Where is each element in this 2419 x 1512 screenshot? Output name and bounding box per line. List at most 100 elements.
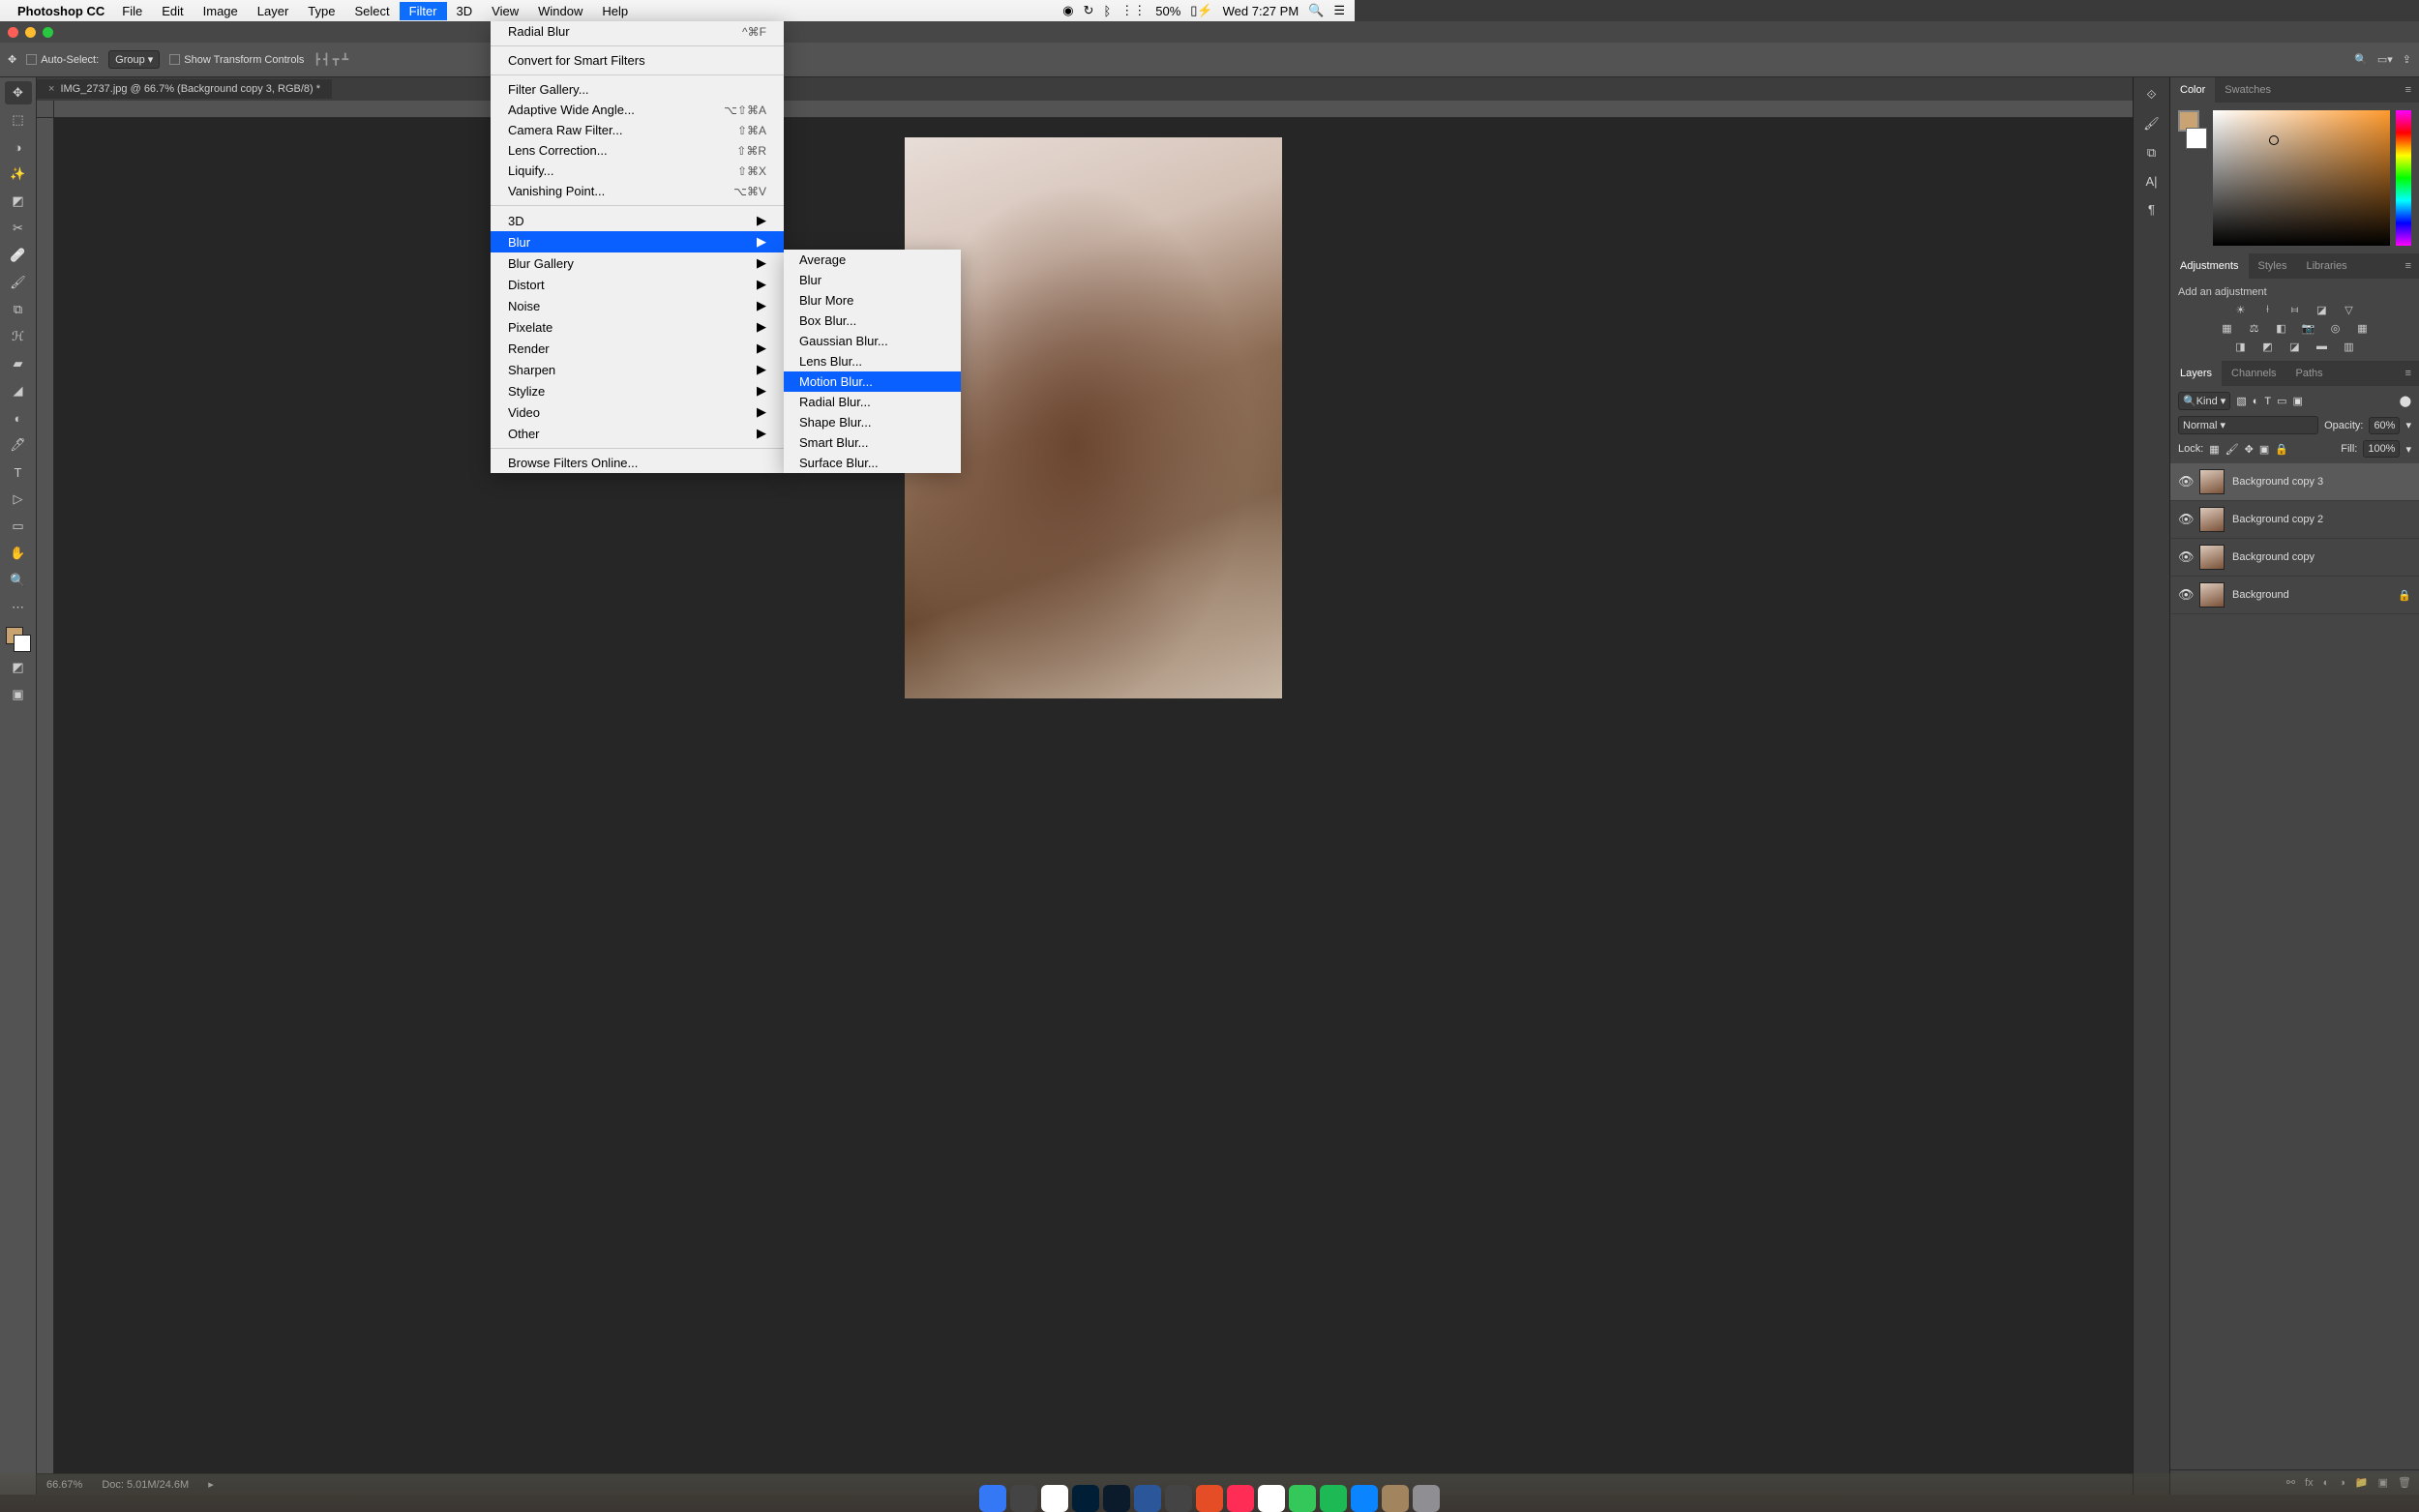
marquee-tool[interactable]: ⬚ <box>5 108 32 132</box>
spot-heal-tool[interactable]: 🩹 <box>5 244 32 267</box>
menu-item-filter-gallery[interactable]: Filter Gallery... <box>491 79 784 100</box>
menu-window[interactable]: Window <box>528 2 592 20</box>
zoom-tool[interactable]: 🔍 <box>5 569 32 592</box>
menu-image[interactable]: Image <box>194 2 248 20</box>
visibility-icon[interactable]: 👁 <box>2178 549 2192 565</box>
dock-app-appstore[interactable] <box>1351 1485 1378 1512</box>
exposure-adj-icon[interactable]: ◪ <box>2314 304 2331 316</box>
tab-styles[interactable]: Styles <box>2249 253 2297 279</box>
opacity-arrow-icon[interactable]: ▾ <box>2405 419 2411 431</box>
move-tool[interactable]: ✥ <box>5 81 32 104</box>
submenu-item-average[interactable]: Average <box>784 250 961 270</box>
paragraph-panel-icon[interactable]: ¶ <box>2148 202 2155 217</box>
brush-tool[interactable]: 🖌 <box>5 271 32 294</box>
type-tool[interactable]: T <box>5 460 32 484</box>
menu-item-lens-correction[interactable]: Lens Correction...⇧⌘R <box>491 140 784 161</box>
submenu-item-blur-more[interactable]: Blur More <box>784 290 961 311</box>
close-tab-icon[interactable]: × <box>48 83 54 95</box>
close-window-button[interactable] <box>8 27 18 38</box>
dock-app-settings[interactable] <box>1010 1485 1037 1512</box>
fill-arrow-icon[interactable]: ▾ <box>2405 443 2411 456</box>
opacity-input[interactable]: 60% <box>2369 417 2400 434</box>
menu-item-render[interactable]: Render▶ <box>491 338 784 359</box>
tab-channels[interactable]: Channels <box>2222 361 2285 386</box>
menu-select[interactable]: Select <box>344 2 399 20</box>
menu-item-last-filter[interactable]: Radial Blur^⌘F <box>491 21 784 42</box>
menu-layer[interactable]: Layer <box>248 2 299 20</box>
clone-stamp-tool[interactable]: ⧉ <box>5 298 32 321</box>
share-icon[interactable]: ⇪ <box>2403 53 2411 66</box>
eyedropper-tool[interactable]: ✂ <box>5 217 32 240</box>
layer-thumbnail[interactable] <box>2199 545 2225 570</box>
menu-item-browse-filters[interactable]: Browse Filters Online... <box>491 453 784 473</box>
submenu-item-shape-blur[interactable]: Shape Blur... <box>784 412 961 432</box>
visibility-icon[interactable]: 👁 <box>2178 587 2192 603</box>
submenu-item-surface-blur[interactable]: Surface Blur... <box>784 453 961 473</box>
path-select-tool[interactable]: ▷ <box>5 488 32 511</box>
dock-app-trash[interactable] <box>1413 1485 1440 1512</box>
battery-icon[interactable]: ▯⚡ <box>1190 3 1212 18</box>
pen-tool[interactable]: 🖊 <box>5 433 32 457</box>
filter-adjustment-icon[interactable]: ◐ <box>2253 396 2259 407</box>
tab-color[interactable]: Color <box>2170 77 2215 103</box>
lock-paint-icon[interactable]: 🖌 <box>2225 443 2239 456</box>
time-machine-icon[interactable]: ↻ <box>1084 3 1094 18</box>
menu-item-blur[interactable]: Blur▶ <box>491 231 784 252</box>
channel-mixer-adj-icon[interactable]: ◎ <box>2327 322 2344 335</box>
brush-panel-icon[interactable]: 🖌 <box>2143 116 2160 132</box>
dodge-tool[interactable]: ◐ <box>5 406 32 430</box>
menu-item-stylize[interactable]: Stylize▶ <box>491 380 784 401</box>
history-brush-tool[interactable]: ℋ <box>5 325 32 348</box>
ruler-vertical[interactable] <box>37 118 54 1473</box>
layer-row[interactable]: 👁 Background copy 2 <box>2170 501 2419 539</box>
filter-type-icon[interactable]: T <box>2264 396 2271 407</box>
minimize-window-button[interactable] <box>25 27 36 38</box>
document-tab[interactable]: × IMG_2737.jpg @ 66.7% (Background copy … <box>37 79 332 99</box>
menu-item-video[interactable]: Video▶ <box>491 401 784 423</box>
dock-app-photoshop[interactable] <box>1072 1485 1099 1512</box>
crop-tool[interactable]: ◩ <box>5 190 32 213</box>
canvas-background[interactable] <box>54 118 2133 1473</box>
dock-app-folder[interactable] <box>1382 1485 1409 1512</box>
filter-toggle-icon[interactable]: ⬤ <box>2400 395 2411 407</box>
dock-app-spotify[interactable] <box>1320 1485 1347 1512</box>
menu-item-distort[interactable]: Distort▶ <box>491 274 784 295</box>
tab-libraries[interactable]: Libraries <box>2297 253 2357 279</box>
hand-tool[interactable]: ✋ <box>5 542 32 565</box>
menu-item-camera-raw[interactable]: Camera Raw Filter...⇧⌘A <box>491 120 784 140</box>
menu-view[interactable]: View <box>482 2 528 20</box>
eraser-tool[interactable]: ▰ <box>5 352 32 375</box>
menu-item-adaptive-wide-angle[interactable]: Adaptive Wide Angle...⌥⇧⌘A <box>491 100 784 120</box>
wifi-icon[interactable]: ⋮⋮ <box>1120 3 1146 18</box>
layer-row[interactable]: 👁 Background 🔒 <box>2170 577 2419 614</box>
visibility-icon[interactable]: 👁 <box>2178 474 2192 489</box>
menu-help[interactable]: Help <box>592 2 638 20</box>
app-name[interactable]: Photoshop CC <box>17 4 105 18</box>
layer-name[interactable]: Background <box>2232 589 2390 601</box>
dock-app-fcpx[interactable] <box>1165 1485 1192 1512</box>
lock-all-icon[interactable]: 🔒 <box>2275 443 2288 456</box>
submenu-item-radial-blur[interactable]: Radial Blur... <box>784 392 961 412</box>
menu-item-other[interactable]: Other▶ <box>491 423 784 444</box>
dock-app-mail[interactable] <box>1258 1485 1285 1512</box>
menu-item-pixelate[interactable]: Pixelate▶ <box>491 316 784 338</box>
show-transform-checkbox[interactable]: Show Transform Controls <box>169 54 304 66</box>
lock-artboard-icon[interactable]: ▣ <box>2259 443 2269 456</box>
shape-tool[interactable]: ▭ <box>5 515 32 538</box>
invert-adj-icon[interactable]: ◨ <box>2232 341 2250 353</box>
submenu-item-blur[interactable]: Blur <box>784 270 961 290</box>
hue-adj-icon[interactable]: ▦ <box>2219 322 2236 335</box>
menu-item-vanishing-point[interactable]: Vanishing Point...⌥⌘V <box>491 181 784 201</box>
auto-select-checkbox[interactable]: Auto-Select: <box>26 54 99 66</box>
photo-filter-adj-icon[interactable]: 📷 <box>2300 322 2317 335</box>
menu-item-sharpen[interactable]: Sharpen▶ <box>491 359 784 380</box>
color-balance-adj-icon[interactable]: ⚖ <box>2246 322 2263 335</box>
posterize-adj-icon[interactable]: ◩ <box>2259 341 2277 353</box>
layers-panel-menu-icon[interactable]: ≡ <box>2398 368 2419 379</box>
visibility-icon[interactable]: 👁 <box>2178 512 2192 527</box>
edit-toolbar[interactable]: ⋯ <box>5 596 32 619</box>
adjustments-panel-menu-icon[interactable]: ≡ <box>2398 260 2419 272</box>
tab-paths[interactable]: Paths <box>2286 361 2333 386</box>
layer-filter-kind[interactable]: 🔍Kind ▾ <box>2178 392 2230 410</box>
submenu-item-gaussian-blur[interactable]: Gaussian Blur... <box>784 331 961 351</box>
